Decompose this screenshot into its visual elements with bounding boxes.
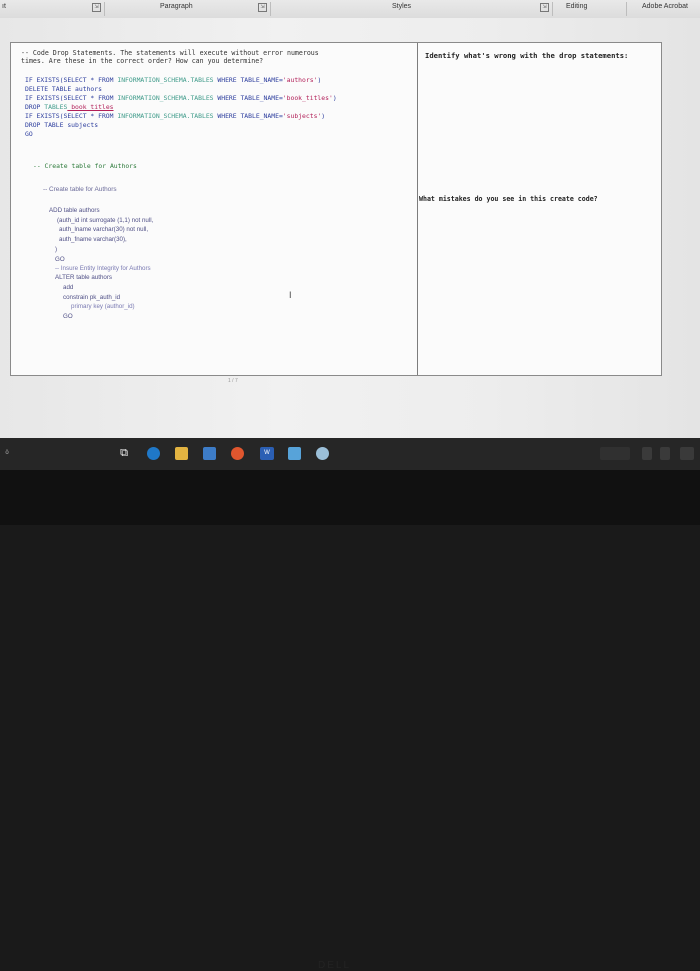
drop-code-line: IF EXISTS(SELECT * FROM INFORMATION_SCHE… (25, 112, 325, 120)
intro-comment-line-2: times. Are these in the correct order? H… (21, 57, 264, 65)
file-explorer-icon[interactable] (175, 447, 188, 460)
drop-code-line: DELETE TABLE authors (25, 85, 102, 93)
create-code-line: auth_fname varchar(30), (59, 236, 127, 243)
create-code-line: (auth_id int surrogate (1,1) not null, (57, 217, 154, 224)
task-view-icon[interactable]: ⧉ (118, 447, 130, 460)
table-column-divider (417, 43, 418, 375)
styles-dialog-launcher-icon[interactable]: ⇲ (540, 3, 549, 12)
page-indicator: 1 / 7 (228, 378, 238, 384)
document-area: -- Code Drop Statements. The statements … (0, 18, 700, 438)
create-code-line: ADD table authors (49, 207, 100, 214)
text-cursor-icon: I (289, 290, 292, 300)
code-token: ) (321, 112, 326, 120)
create-code-line: ) (55, 246, 58, 253)
code-token: 'book_titles' (282, 94, 333, 102)
tray-volume-icon[interactable] (660, 447, 670, 460)
code-token: TABLES (44, 103, 68, 111)
code-token: IF EXISTS(SELECT * FROM (25, 94, 118, 102)
ribbon-separator (626, 2, 627, 16)
code-token: IF EXISTS(SELECT * FROM (25, 76, 118, 84)
ribbon-group-paragraph: Paragraph (160, 3, 193, 10)
taskbar: ö ⧉ W (0, 438, 700, 470)
code-token: INFORMATION_SCHEMA.TABLES (117, 112, 214, 120)
code-token: WHERE TABLE_NAME= (213, 94, 283, 102)
ribbon-separator (270, 2, 271, 16)
mail-icon[interactable] (203, 447, 216, 460)
code-token: 'authors' (282, 76, 318, 84)
drop-code-line: IF EXISTS(SELECT * FROM INFORMATION_SCHE… (25, 76, 321, 84)
code-token: ) (332, 94, 337, 102)
ribbon-separator (104, 2, 105, 16)
tray-network-icon[interactable] (642, 447, 652, 460)
ribbon-group-styles: Styles (392, 3, 412, 10)
create-code-line: auth_lname varchar(30) not null, (59, 226, 149, 233)
create-code-line: primary key (author_id) (71, 303, 135, 310)
question-drop-statements: Identify what's wrong with the drop stat… (425, 51, 629, 60)
ribbon-group-acrobat: Adobe Acrobat (642, 3, 688, 10)
create-code-line: GO (63, 313, 73, 320)
drop-code-line: DROP TABLE subjects (25, 121, 98, 129)
create-code-line: GO (55, 256, 65, 263)
comment-create-authors: -- Create table for Authors (33, 162, 137, 170)
monitor-bezel: DELL (0, 470, 700, 971)
code-token: DROP TABLE subjects (25, 121, 99, 129)
code-token: 'subjects' (282, 112, 322, 120)
font-dialog-launcher-icon[interactable]: ⇲ (92, 3, 101, 12)
document-page[interactable]: -- Code Drop Statements. The statements … (10, 42, 662, 376)
tray-weather-icon[interactable] (600, 447, 630, 460)
create-code-line: add (63, 284, 74, 291)
firefox-icon[interactable] (231, 447, 244, 460)
create-code-line: -- Insure Entity Integrity for Authors (55, 265, 151, 272)
tray-clock-icon[interactable] (680, 447, 694, 460)
intro-comment-line-1: -- Code Drop Statements. The statements … (21, 49, 319, 57)
create-code-line: ALTER table authors (55, 274, 112, 281)
code-token: INFORMATION_SCHEMA.TABLES (117, 76, 214, 84)
drop-code-line: IF EXISTS(SELECT * FROM INFORMATION_SCHE… (25, 94, 337, 102)
code-token: book_titles (67, 103, 114, 111)
comment-create-authors-handwritten: -- Create table for Authors (43, 186, 117, 193)
code-token: DELETE TABLE authors (25, 85, 102, 93)
edge-browser-icon[interactable] (147, 447, 160, 460)
code-token: GO (25, 130, 33, 138)
ribbon-edge-mark: ıt (2, 3, 6, 10)
ribbon: ıt ⇲ Paragraph ⇲ Styles ⇲ Editing Adobe … (0, 0, 700, 19)
question-create-code: What mistakes do you see in this create … (419, 195, 598, 203)
dell-logo-icon: DELL (318, 960, 352, 971)
code-token: DROP (25, 103, 45, 111)
word-icon[interactable]: W (260, 447, 274, 460)
code-token: ) (317, 76, 322, 84)
taskbar-edge-icon: ö (5, 450, 9, 456)
code-token: WHERE TABLE_NAME= (213, 112, 283, 120)
drop-code-line: DROP TABLES book_titles (25, 103, 114, 111)
create-code-line: constrain pk_auth_id (63, 294, 121, 301)
code-token: IF EXISTS(SELECT * FROM (25, 112, 118, 120)
drop-code-line: GO (25, 130, 33, 138)
snipping-tool-icon[interactable] (316, 447, 329, 460)
code-token: WHERE TABLE_NAME= (213, 76, 283, 84)
ribbon-group-editing: Editing (566, 3, 588, 10)
photos-icon[interactable] (288, 447, 301, 460)
code-token: INFORMATION_SCHEMA.TABLES (117, 94, 214, 102)
paragraph-dialog-launcher-icon[interactable]: ⇲ (258, 3, 267, 12)
ribbon-separator (552, 2, 553, 16)
